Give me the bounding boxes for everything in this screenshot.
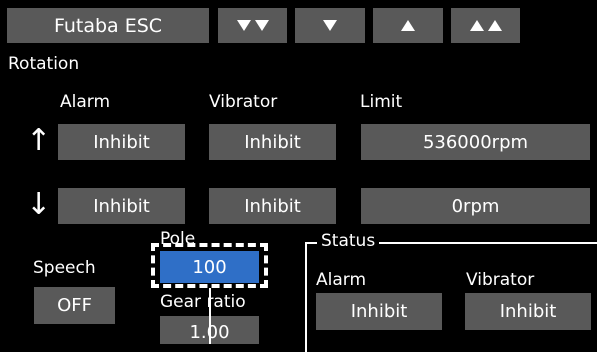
status-title: Status [317,231,380,251]
speech-label: Speech [33,258,96,278]
down-limit-button[interactable]: 0rpm [361,188,590,224]
up-triangle-icon [401,15,415,36]
down-alarm-button[interactable]: Inhibit [58,188,185,224]
page-up-button[interactable] [451,8,520,43]
gear-ratio-label: Gear ratio [160,292,246,312]
up-limit-button[interactable]: 536000rpm [361,124,590,160]
status-vibrator-button[interactable]: Inhibit [465,293,591,330]
column-alarm-label: Alarm [60,92,111,112]
double-up-icon [468,15,504,36]
up-alarm-button[interactable]: Inhibit [58,124,185,160]
double-down-icon [235,15,271,36]
status-vibrator-label: Vibrator [466,270,535,290]
down-vibrator-button[interactable]: Inhibit [209,188,336,224]
speech-button[interactable]: OFF [34,287,115,324]
column-vibrator-label: Vibrator [209,92,278,112]
status-alarm-label: Alarm [316,270,367,290]
pointer-line [209,288,211,344]
up-arrow-icon: ↑ [26,123,52,158]
down-arrow-icon: ↓ [26,187,52,222]
page-down-button[interactable] [218,8,287,43]
up-button[interactable] [373,8,443,43]
down-triangle-icon [323,15,337,36]
pole-value-field[interactable]: 100 [160,251,259,283]
status-alarm-button[interactable]: Inhibit [316,293,442,330]
section-title: Rotation [8,54,80,74]
down-button[interactable] [295,8,365,43]
title-button[interactable]: Futaba ESC [7,8,209,43]
column-limit-label: Limit [360,92,403,112]
up-vibrator-button[interactable]: Inhibit [209,124,336,160]
